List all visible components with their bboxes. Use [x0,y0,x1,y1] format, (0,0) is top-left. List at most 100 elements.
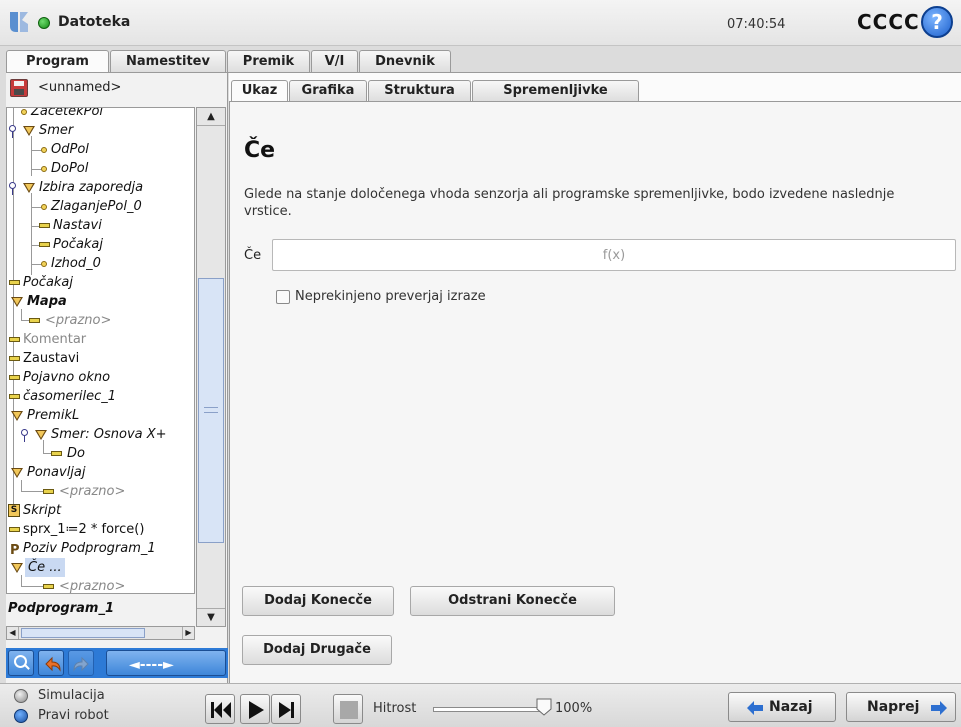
add-elseif-button[interactable]: Dodaj Konecče [242,586,394,616]
scroll-thumb[interactable] [21,628,145,638]
tree-connector [13,108,14,508]
footer-bar: Simulacija Pravi robot Hitrost 100% Naza… [0,683,961,727]
tab-log[interactable]: Dnevnik [359,50,451,72]
if-label: Če [244,248,262,263]
robot-name: CCCC [857,10,920,34]
arrow-right-icon [931,701,947,715]
search-icon[interactable] [8,650,34,676]
scroll-up-icon[interactable]: ▲ [197,108,225,126]
tree-horizontal-scrollbar[interactable]: ◀ ▶ [6,626,195,640]
simulation-radio[interactable] [14,689,28,703]
speed-slider[interactable] [433,707,543,712]
title-bar: Datoteka 07:40:54 CCCC ? [0,0,961,46]
stop-button[interactable] [333,694,363,724]
redo-icon[interactable] [68,650,94,676]
tab-io[interactable]: V/I [311,50,358,72]
folder-icon [23,126,35,136]
command-icon [9,527,20,532]
speed-value: 100% [555,701,593,716]
scroll-right-icon[interactable]: ▶ [182,627,194,639]
stop-icon [340,701,358,719]
page-title: Če [244,138,276,163]
command-icon [39,223,50,228]
folder-icon [23,183,35,193]
command-icon [9,375,20,380]
speed-slider-thumb[interactable] [536,698,552,716]
command-icon [39,242,50,247]
clock: 07:40:54 [727,17,786,32]
program-name: <unnamed> [38,80,122,95]
tree-vertical-scrollbar[interactable]: ▲ ▼ [196,107,226,627]
tab-structure[interactable]: Struktura [368,80,471,101]
add-else-button[interactable]: Dodaj Drugače [242,635,392,665]
call-icon: P [10,543,20,558]
tab-installation[interactable]: Namestitev [110,50,226,72]
rewind-icon [211,702,231,718]
move-arrows-icon: ◄----► [129,657,174,673]
tab-move[interactable]: Premik [227,50,310,72]
folder-icon [11,468,23,478]
tree-toolbar: ◄----► [6,648,228,678]
key-icon [9,125,16,138]
folder-icon [35,430,47,440]
scroll-left-icon[interactable]: ◀ [7,627,19,639]
play-icon [249,701,264,719]
key-icon [21,429,28,442]
tree-item-subprogram[interactable]: Podprogram_1 [8,601,114,616]
step-button[interactable] [271,694,301,724]
command-description: Glede na stanje določenega vhoda senzorj… [244,187,895,219]
file-menu[interactable]: Datoteka [58,14,130,30]
script-icon: S [8,504,20,517]
folder-icon [11,297,23,307]
robot-status-icon [38,17,50,29]
waypoint-icon [41,204,47,210]
expression-field[interactable]: f(x) [272,239,956,271]
program-tree-panel: <unnamed> ZacetekPol Smer OdPol DoPol Iz… [6,73,228,683]
ur-logo-icon [10,12,28,32]
folder-icon [11,563,23,573]
folder-icon [11,411,23,421]
scroll-thumb[interactable] [198,278,224,543]
speed-label: Hitrost [373,701,417,716]
key-icon [9,182,16,195]
command-icon [9,394,20,399]
real-robot-radio[interactable] [14,709,28,723]
rewind-button[interactable] [205,694,235,724]
command-icon [9,280,20,285]
waypoint-icon [41,166,47,172]
tab-program[interactable]: Program [6,50,109,73]
command-icon [43,584,54,589]
command-icon [29,318,40,323]
play-button[interactable] [240,694,270,724]
command-icon [43,489,54,494]
tab-command[interactable]: Ukaz [231,80,288,101]
next-button[interactable]: Naprej [846,692,956,722]
simulation-label[interactable]: Simulacija [38,688,105,703]
save-icon[interactable] [10,79,28,97]
move-node-button[interactable]: ◄----► [106,650,226,676]
command-icon [51,451,62,456]
remove-elseif-button[interactable]: Odstrani Konecče [410,586,615,616]
undo-icon[interactable] [38,650,64,676]
waypoint-icon [21,109,27,115]
tree-connector [31,193,32,275]
tab-variables[interactable]: Spremenljivke [472,80,639,101]
scroll-down-icon[interactable]: ▼ [197,608,225,626]
tab-graphics[interactable]: Grafika [289,80,367,101]
help-button[interactable]: ? [921,6,953,38]
waypoint-icon [41,261,47,267]
continuous-check-label[interactable]: Neprekinjeno preverjaj izraze [295,289,486,304]
expression-placeholder: f(x) [602,248,626,263]
grip-icon [204,407,218,413]
command-icon [9,337,20,342]
real-robot-label[interactable]: Pravi robot [38,708,109,723]
waypoint-icon [41,147,47,153]
program-tree: ZacetekPol Smer OdPol DoPol Izbira zapor… [6,107,195,594]
tree-connector [31,136,32,176]
command-panel: Ukaz Grafika Struktura Spremenljivke Če … [229,73,961,683]
command-content: Če Glede na stanje določenega vhoda senz… [229,102,961,683]
continuous-check-checkbox[interactable] [276,290,290,304]
back-button[interactable]: Nazaj [728,692,836,722]
step-icon [279,702,294,718]
arrow-left-icon [747,701,763,715]
